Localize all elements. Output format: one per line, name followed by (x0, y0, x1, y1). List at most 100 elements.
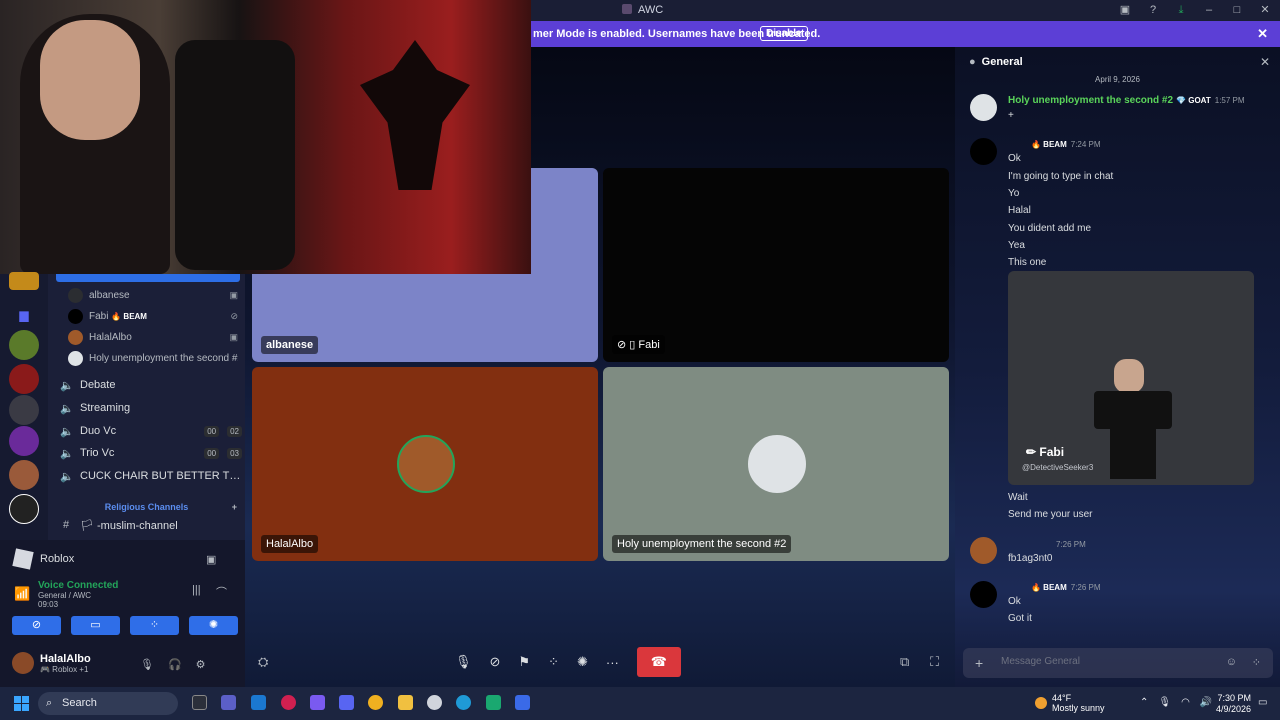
channel-streaming[interactable]: 🔈 Streaming (60, 398, 242, 418)
opera-icon[interactable] (281, 695, 296, 710)
teams-icon[interactable] (221, 695, 236, 710)
edge-icon[interactable] (456, 695, 471, 710)
app-icon[interactable] (486, 695, 501, 710)
avatar[interactable] (970, 138, 997, 165)
avatar[interactable] (970, 94, 997, 121)
screen-share-icon[interactable]: ⚑ (518, 654, 530, 670)
disconnect-button[interactable]: ☎ (636, 647, 681, 677)
inbox-icon[interactable]: ▣ (1118, 3, 1132, 17)
apps-icon[interactable]: ⁘ (1252, 656, 1261, 669)
voice-member[interactable]: albanese ▣ (68, 286, 238, 304)
start-button[interactable] (14, 696, 29, 711)
avatar (748, 435, 806, 493)
task-view-icon[interactable] (192, 695, 207, 710)
disconnect-icon[interactable]: ⌒ (216, 584, 227, 600)
roblox-profile-embed[interactable]: ✏ Fabi @DetectiveSeeker3 (1008, 271, 1254, 485)
weather-widget[interactable]: 44°F Mostly sunny (1035, 693, 1105, 713)
download-icon[interactable]: ⤓ (1174, 3, 1188, 17)
popout-icon[interactable]: ⧉ (900, 654, 909, 670)
channel-duo-vc[interactable]: 🔈 Duo Vc 00 02 (60, 421, 242, 441)
server-icon[interactable] (9, 364, 39, 394)
maximize-button[interactable]: □ (1230, 3, 1244, 17)
voice-member[interactable]: Holy unemployment the second #2 (68, 349, 238, 367)
copilot-icon[interactable] (310, 695, 325, 710)
message-author[interactable]: Holy unemployment the second #2 (1008, 95, 1173, 106)
taskbar-search[interactable]: ⌕ Search (38, 692, 178, 715)
obs-icon[interactable] (427, 695, 442, 710)
fullscreen-icon[interactable]: ⛶ (930, 654, 939, 670)
chat-panel: ● General ✕ April 9, 2026 Holy unemployme… (955, 47, 1280, 687)
activity-roblox[interactable]: Roblox ▣ (12, 548, 216, 570)
date-separator: April 9, 2026 (1095, 75, 1140, 84)
window-title: AWC (622, 4, 663, 16)
avatar[interactable] (970, 537, 997, 564)
gear-icon[interactable]: ⚙ (196, 658, 206, 671)
video-tile-halalalbo[interactable]: HalalAlbo (252, 367, 598, 561)
category-religious-channels[interactable]: Religious Channels + (48, 502, 245, 512)
activities-icon[interactable]: ⁘ (548, 654, 559, 670)
mic-toggle-icon[interactable]: 🎙 (455, 654, 472, 670)
embed-name: ✏ Fabi (1026, 445, 1065, 459)
close-window-button[interactable]: ✕ (1258, 3, 1272, 17)
voice-connection: 📶 Voice Connected General / AWC 09:03 ||… (14, 580, 227, 609)
more-icon[interactable]: ··· (606, 655, 619, 670)
add-channel-icon[interactable]: + (232, 502, 237, 512)
minimize-button[interactable]: – (1202, 3, 1216, 17)
soundboard-icon[interactable]: ✺ (577, 654, 588, 670)
folder-icon[interactable]: ▆ (9, 300, 39, 330)
channel-cuck-chair[interactable]: 🔈 CUCK CHAIR BUT BETTER TH... (60, 466, 242, 486)
message-header: 7:26 PM (1056, 540, 1086, 549)
notifications-icon[interactable]: ▭ (1258, 697, 1267, 708)
user-panel: Roblox ▣ 📶 Voice Connected General / AWC … (0, 540, 245, 687)
tray-expand-icon[interactable]: ⌃ (1140, 697, 1148, 708)
video-tile-holy-unemployment[interactable]: Holy unemployment the second #2 (603, 367, 949, 561)
noise-suppression-icon[interactable]: ||| (192, 584, 201, 596)
server-icon[interactable] (9, 330, 39, 360)
channel-trio-vc[interactable]: 🔈 Trio Vc 00 03 (60, 443, 242, 463)
message-input[interactable] (1001, 656, 1211, 667)
clock[interactable]: 7:30 PM 4/9/2026 (1215, 693, 1251, 715)
channel-debate[interactable]: 🔈 Debate (60, 375, 242, 395)
voice-member[interactable]: HalalAlbo ▣ (68, 328, 238, 346)
message-composer: + ☺ ⁘ (963, 648, 1273, 678)
voice-location[interactable]: General / AWC (38, 591, 118, 600)
emoji-icon[interactable]: ☺ (1226, 656, 1237, 668)
system-tray: ⌃ 🎙 ◠ 🔊 (1140, 697, 1212, 708)
server-icon[interactable] (9, 272, 39, 290)
headset-icon[interactable]: 🎧 (168, 658, 182, 671)
server-icon[interactable] (9, 426, 39, 456)
mic-icon[interactable]: 🎙 (140, 658, 154, 671)
message-header: 🔥 BEAM 7:24 PM (1031, 140, 1101, 149)
soundboard-icon[interactable]: ✺ (189, 616, 238, 635)
outlook-icon[interactable] (251, 695, 266, 710)
voice-member[interactable]: Fabi 🔥 BEAM ⊘ (68, 307, 238, 325)
disable-button[interactable]: Disable (760, 26, 808, 41)
app-icon[interactable] (515, 695, 530, 710)
discord-icon[interactable] (339, 695, 354, 710)
invite-icon[interactable]: ⛭ (258, 654, 268, 670)
volume-icon[interactable]: 🔊 (1200, 697, 1212, 708)
add-attachment-icon[interactable]: + (975, 655, 983, 671)
mic-icon[interactable]: 🎙 (1158, 697, 1171, 708)
app-icon[interactable] (368, 695, 383, 710)
camera-off-icon[interactable]: ⊘ (12, 616, 61, 635)
avatar[interactable] (970, 581, 997, 608)
close-chat-icon[interactable]: ✕ (1260, 55, 1270, 69)
server-icon[interactable] (9, 460, 39, 490)
roblox-avatar (1088, 351, 1178, 481)
channel-muslim[interactable]: # 🏳 -muslim-channel (60, 515, 242, 535)
server-icon[interactable] (9, 395, 39, 425)
server-icon[interactable] (9, 494, 39, 524)
screen-share-icon[interactable]: ▣ (206, 553, 216, 566)
wifi-icon[interactable]: ◠ (1181, 697, 1190, 708)
current-user[interactable]: HalalAlbo 🎮 Roblox +1 (12, 652, 91, 674)
message-text: Got it (1008, 613, 1032, 624)
file-explorer-icon[interactable] (398, 695, 413, 710)
voice-status[interactable]: Voice Connected (38, 580, 118, 591)
camera-toggle-icon[interactable]: ⊘ (490, 654, 501, 670)
screen-share-icon[interactable]: ▭ (71, 616, 120, 635)
video-tile-fabi[interactable]: ⊘ ▯ Fabi (603, 168, 949, 362)
close-icon[interactable]: ✕ (1257, 26, 1268, 42)
help-icon[interactable]: ? (1146, 3, 1160, 17)
activities-icon[interactable]: ⁘ (130, 616, 179, 635)
